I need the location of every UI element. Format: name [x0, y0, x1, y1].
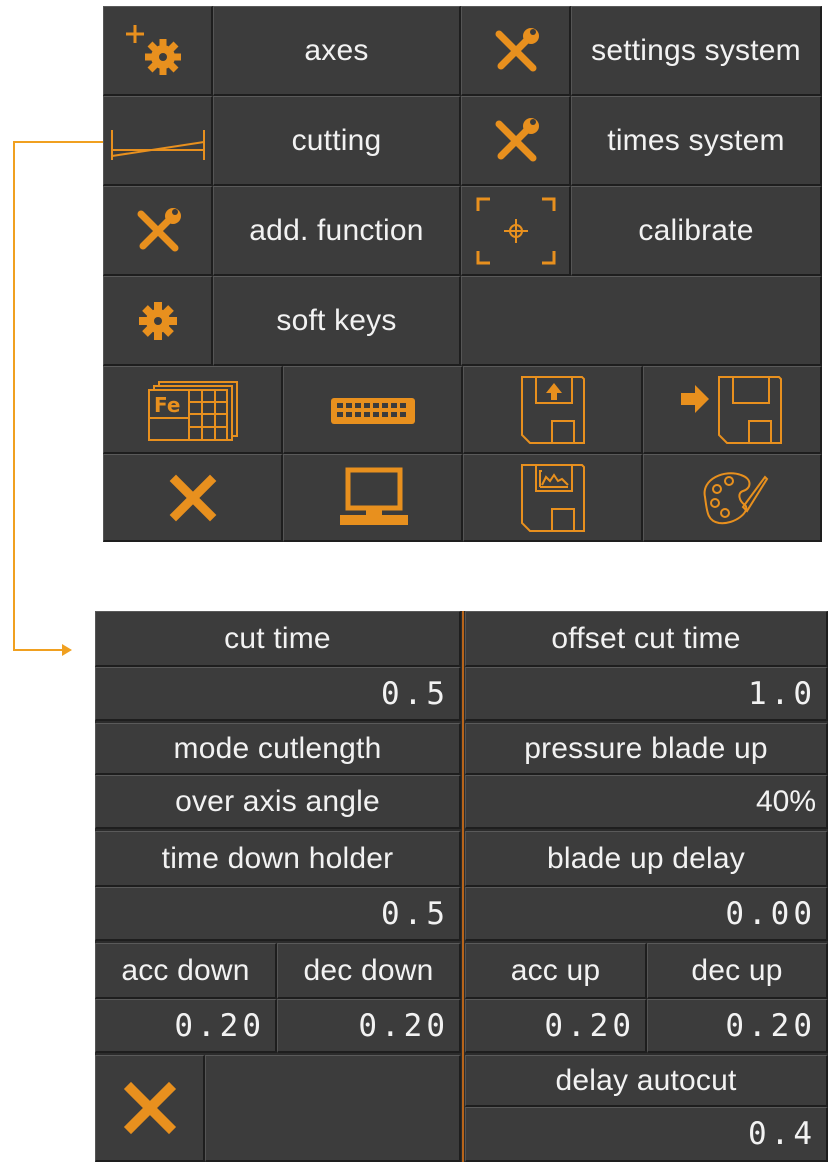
acc-up-field[interactable]: 0.20	[465, 999, 647, 1053]
axes-button[interactable]: axes	[213, 6, 461, 96]
pressure-blade-up-field[interactable]: 40%	[465, 775, 828, 829]
time-down-holder-field[interactable]: 0.5	[95, 887, 461, 941]
dec-up-field[interactable]: 0.20	[647, 999, 828, 1053]
gear-icon	[138, 301, 177, 340]
offset-cut-time-field[interactable]: 1.0	[465, 667, 828, 721]
cutting-button[interactable]: cutting	[213, 96, 461, 186]
wrench-screwdriver-icon	[495, 27, 539, 71]
close-button[interactable]	[103, 454, 283, 542]
wrench-screwdriver-icon	[137, 207, 181, 251]
add-function-icon-button[interactable]	[103, 186, 213, 276]
delay-autocut-label: delay autocut	[465, 1055, 828, 1107]
times-system-button[interactable]: times system	[571, 96, 822, 186]
empty-slot	[461, 276, 822, 366]
blade-up-delay-field[interactable]: 0.00	[465, 887, 828, 941]
blade-up-delay-label: blade up delay	[465, 831, 828, 887]
main-menu-panel: axes settings system cutting times syste…	[103, 6, 822, 542]
floppy-import-button[interactable]	[643, 366, 822, 454]
close-icon	[169, 474, 216, 521]
palette-icon	[703, 471, 769, 524]
dec-down-label: dec down	[277, 943, 461, 999]
settings-system-button[interactable]: settings system	[571, 6, 822, 96]
acc-down-field[interactable]: 0.20	[95, 999, 277, 1053]
panel-divider	[462, 611, 464, 1162]
material-table-icon: Fe	[147, 380, 238, 441]
cut-length-icon	[110, 129, 205, 160]
soft-keys-button[interactable]: soft keys	[213, 276, 461, 366]
monitor-button[interactable]	[283, 454, 463, 542]
calibrate-icon-button[interactable]	[461, 186, 571, 276]
cutting-icon-button[interactable]	[103, 96, 213, 186]
mode-cutlength-select[interactable]: over axis angle	[95, 775, 461, 829]
monitor-icon	[339, 467, 408, 525]
times-system-icon-button[interactable]	[461, 96, 571, 186]
cut-time-label: cut time	[95, 611, 461, 667]
add-function-button[interactable]: add. function	[213, 186, 461, 276]
mode-cutlength-label: mode cutlength	[95, 723, 461, 775]
cut-time-field[interactable]: 0.5	[95, 667, 461, 721]
gear-sparkle-icon	[125, 24, 181, 75]
empty-slot	[205, 1055, 461, 1162]
keyboard-button[interactable]	[283, 366, 463, 454]
floppy-image-button[interactable]	[463, 454, 643, 542]
soft-keys-icon-button[interactable]	[103, 276, 213, 366]
material-table-button[interactable]: Fe	[103, 366, 283, 454]
floppy-upload-button[interactable]	[463, 366, 643, 454]
close-times-button[interactable]	[95, 1055, 205, 1162]
delay-autocut-field[interactable]: 0.4	[465, 1107, 828, 1162]
floppy-upload-icon	[520, 375, 585, 444]
keyboard-icon	[330, 397, 415, 424]
time-down-holder-label: time down holder	[95, 831, 461, 887]
acc-up-label: acc up	[465, 943, 647, 999]
settings-system-icon-button[interactable]	[461, 6, 571, 96]
floppy-import-icon	[681, 375, 782, 444]
axes-icon-button[interactable]	[103, 6, 213, 96]
palette-button[interactable]	[643, 454, 822, 542]
offset-cut-time-label: offset cut time	[465, 611, 828, 667]
fe-label: Fe	[154, 393, 180, 417]
acc-down-label: acc down	[95, 943, 277, 999]
dec-up-label: dec up	[647, 943, 828, 999]
floppy-image-icon	[520, 463, 585, 532]
crosshair-icon	[476, 197, 555, 264]
wrench-screwdriver-icon	[495, 117, 539, 161]
close-icon	[123, 1081, 176, 1135]
dec-down-field[interactable]: 0.20	[277, 999, 461, 1053]
calibrate-button[interactable]: calibrate	[571, 186, 822, 276]
pressure-blade-up-label: pressure blade up	[465, 723, 828, 775]
